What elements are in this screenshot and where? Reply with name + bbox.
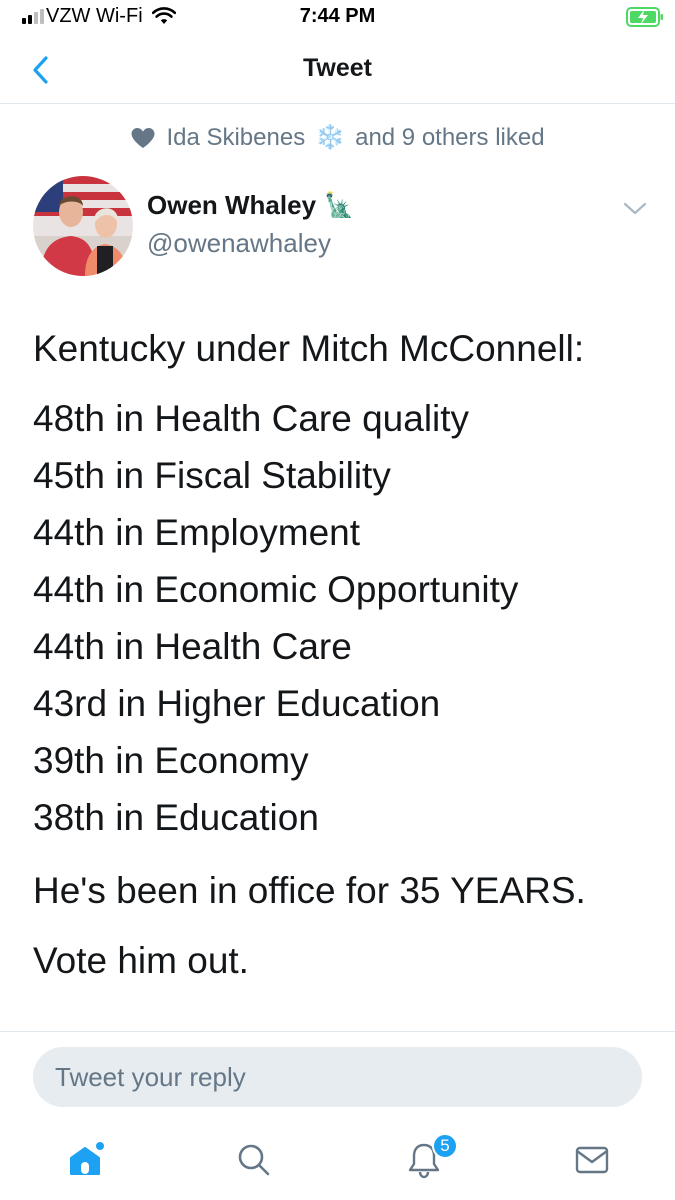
- battery-charging-icon: [626, 7, 664, 32]
- tweet-call-to-action: Vote him out.: [33, 940, 249, 981]
- ranking-line: 43rd in Higher Education: [33, 683, 441, 724]
- home-icon: [70, 1142, 104, 1175]
- tweet-options-button[interactable]: [622, 198, 648, 218]
- liker-name[interactable]: Ida Skibenes: [166, 124, 305, 152]
- statue-of-liberty-emoji: 🗽: [324, 192, 354, 219]
- heart-icon: [131, 127, 155, 148]
- tab-messages[interactable]: [568, 1136, 616, 1184]
- tab-bar: [0, 1128, 675, 1200]
- chevron-down-icon: [623, 202, 647, 215]
- author-name[interactable]: Owen Whaley 🗽: [147, 190, 354, 221]
- author-handle[interactable]: @owenawhaley: [147, 228, 331, 259]
- ranking-line: 44th in Economic Opportunity: [33, 569, 519, 610]
- profile-photo: [33, 176, 133, 276]
- search-icon: [238, 1144, 270, 1176]
- author-name-text: Owen Whaley: [147, 190, 317, 220]
- liked-by-others[interactable]: and 9 others liked: [355, 124, 544, 152]
- ranking-line: 38th in Education: [33, 797, 319, 838]
- tweet-text: Kentucky under Mitch McConnell: 48th in …: [33, 320, 653, 989]
- reply-input[interactable]: Tweet your reply: [33, 1047, 642, 1107]
- nav-bar: Tweet: [0, 36, 675, 104]
- tweet-detail-screen: VZW Wi-Fi 7:44 PM Tweet Ida Skibenes ❄️ …: [0, 0, 675, 1200]
- tab-home[interactable]: [61, 1136, 109, 1184]
- ranking-line: 44th in Employment: [33, 512, 361, 553]
- social-context: Ida Skibenes ❄️ and 9 others liked: [0, 123, 675, 152]
- ranking-line: 45th in Fiscal Stability: [33, 455, 391, 496]
- ranking-line: 44th in Health Care: [33, 626, 352, 667]
- avatar[interactable]: [33, 176, 133, 276]
- messages-icon: [575, 1146, 609, 1174]
- status-bar: VZW Wi-Fi 7:44 PM: [0, 0, 675, 36]
- snowflake-emoji: ❄️: [315, 124, 346, 151]
- ranking-line: 39th in Economy: [33, 740, 309, 781]
- tab-search[interactable]: [230, 1136, 278, 1184]
- status-time: 7:44 PM: [299, 5, 376, 27]
- tweet-statement: He's been in office for 35 YEARS.: [33, 870, 586, 911]
- tweet-intro: Kentucky under Mitch McConnell:: [33, 328, 585, 369]
- notifications-badge: 5: [432, 1133, 458, 1159]
- page-title: Tweet: [303, 54, 372, 82]
- ranking-line: 48th in Health Care quality: [33, 398, 470, 439]
- divider: [0, 1031, 675, 1032]
